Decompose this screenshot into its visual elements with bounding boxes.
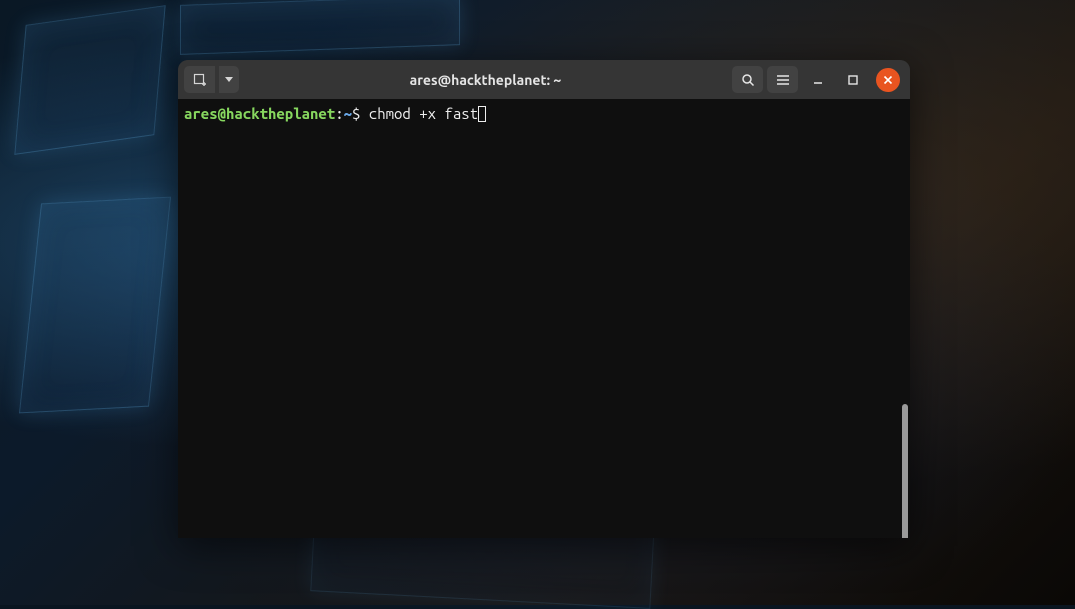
wallpaper-decor [19,197,171,414]
close-icon [883,75,893,85]
tab-dropdown-button[interactable] [219,66,239,93]
menu-button[interactable] [767,66,798,93]
wallpaper-decor [14,5,165,155]
minimize-button[interactable] [802,66,833,93]
chevron-down-icon [225,77,233,83]
new-tab-button[interactable] [184,66,215,93]
terminal-window: ares@hacktheplanet: ~ [178,60,910,538]
prompt-cwd: ~ [344,105,352,122]
maximize-icon [847,74,859,86]
minimize-icon [812,74,824,86]
search-icon [741,73,755,87]
prompt-symbol: $ [352,105,369,122]
terminal-body[interactable]: ares@hacktheplanet:~$ chmod +x fast [178,99,910,538]
titlebar[interactable]: ares@hacktheplanet: ~ [178,60,910,99]
search-button[interactable] [732,66,763,93]
window-title: ares@hacktheplanet: ~ [243,72,728,88]
prompt-user-host: ares@hacktheplanet [184,105,335,122]
cursor [478,106,486,122]
hamburger-icon [776,74,790,86]
wallpaper-decor [180,0,460,55]
close-button[interactable] [876,68,900,92]
maximize-button[interactable] [837,66,868,93]
command-text: chmod +x fast [369,105,478,122]
prompt-separator: : [335,105,343,122]
prompt-line: ares@hacktheplanet:~$ chmod +x fast [184,105,904,123]
new-tab-icon [193,73,207,87]
scrollbar-thumb[interactable] [902,404,908,538]
